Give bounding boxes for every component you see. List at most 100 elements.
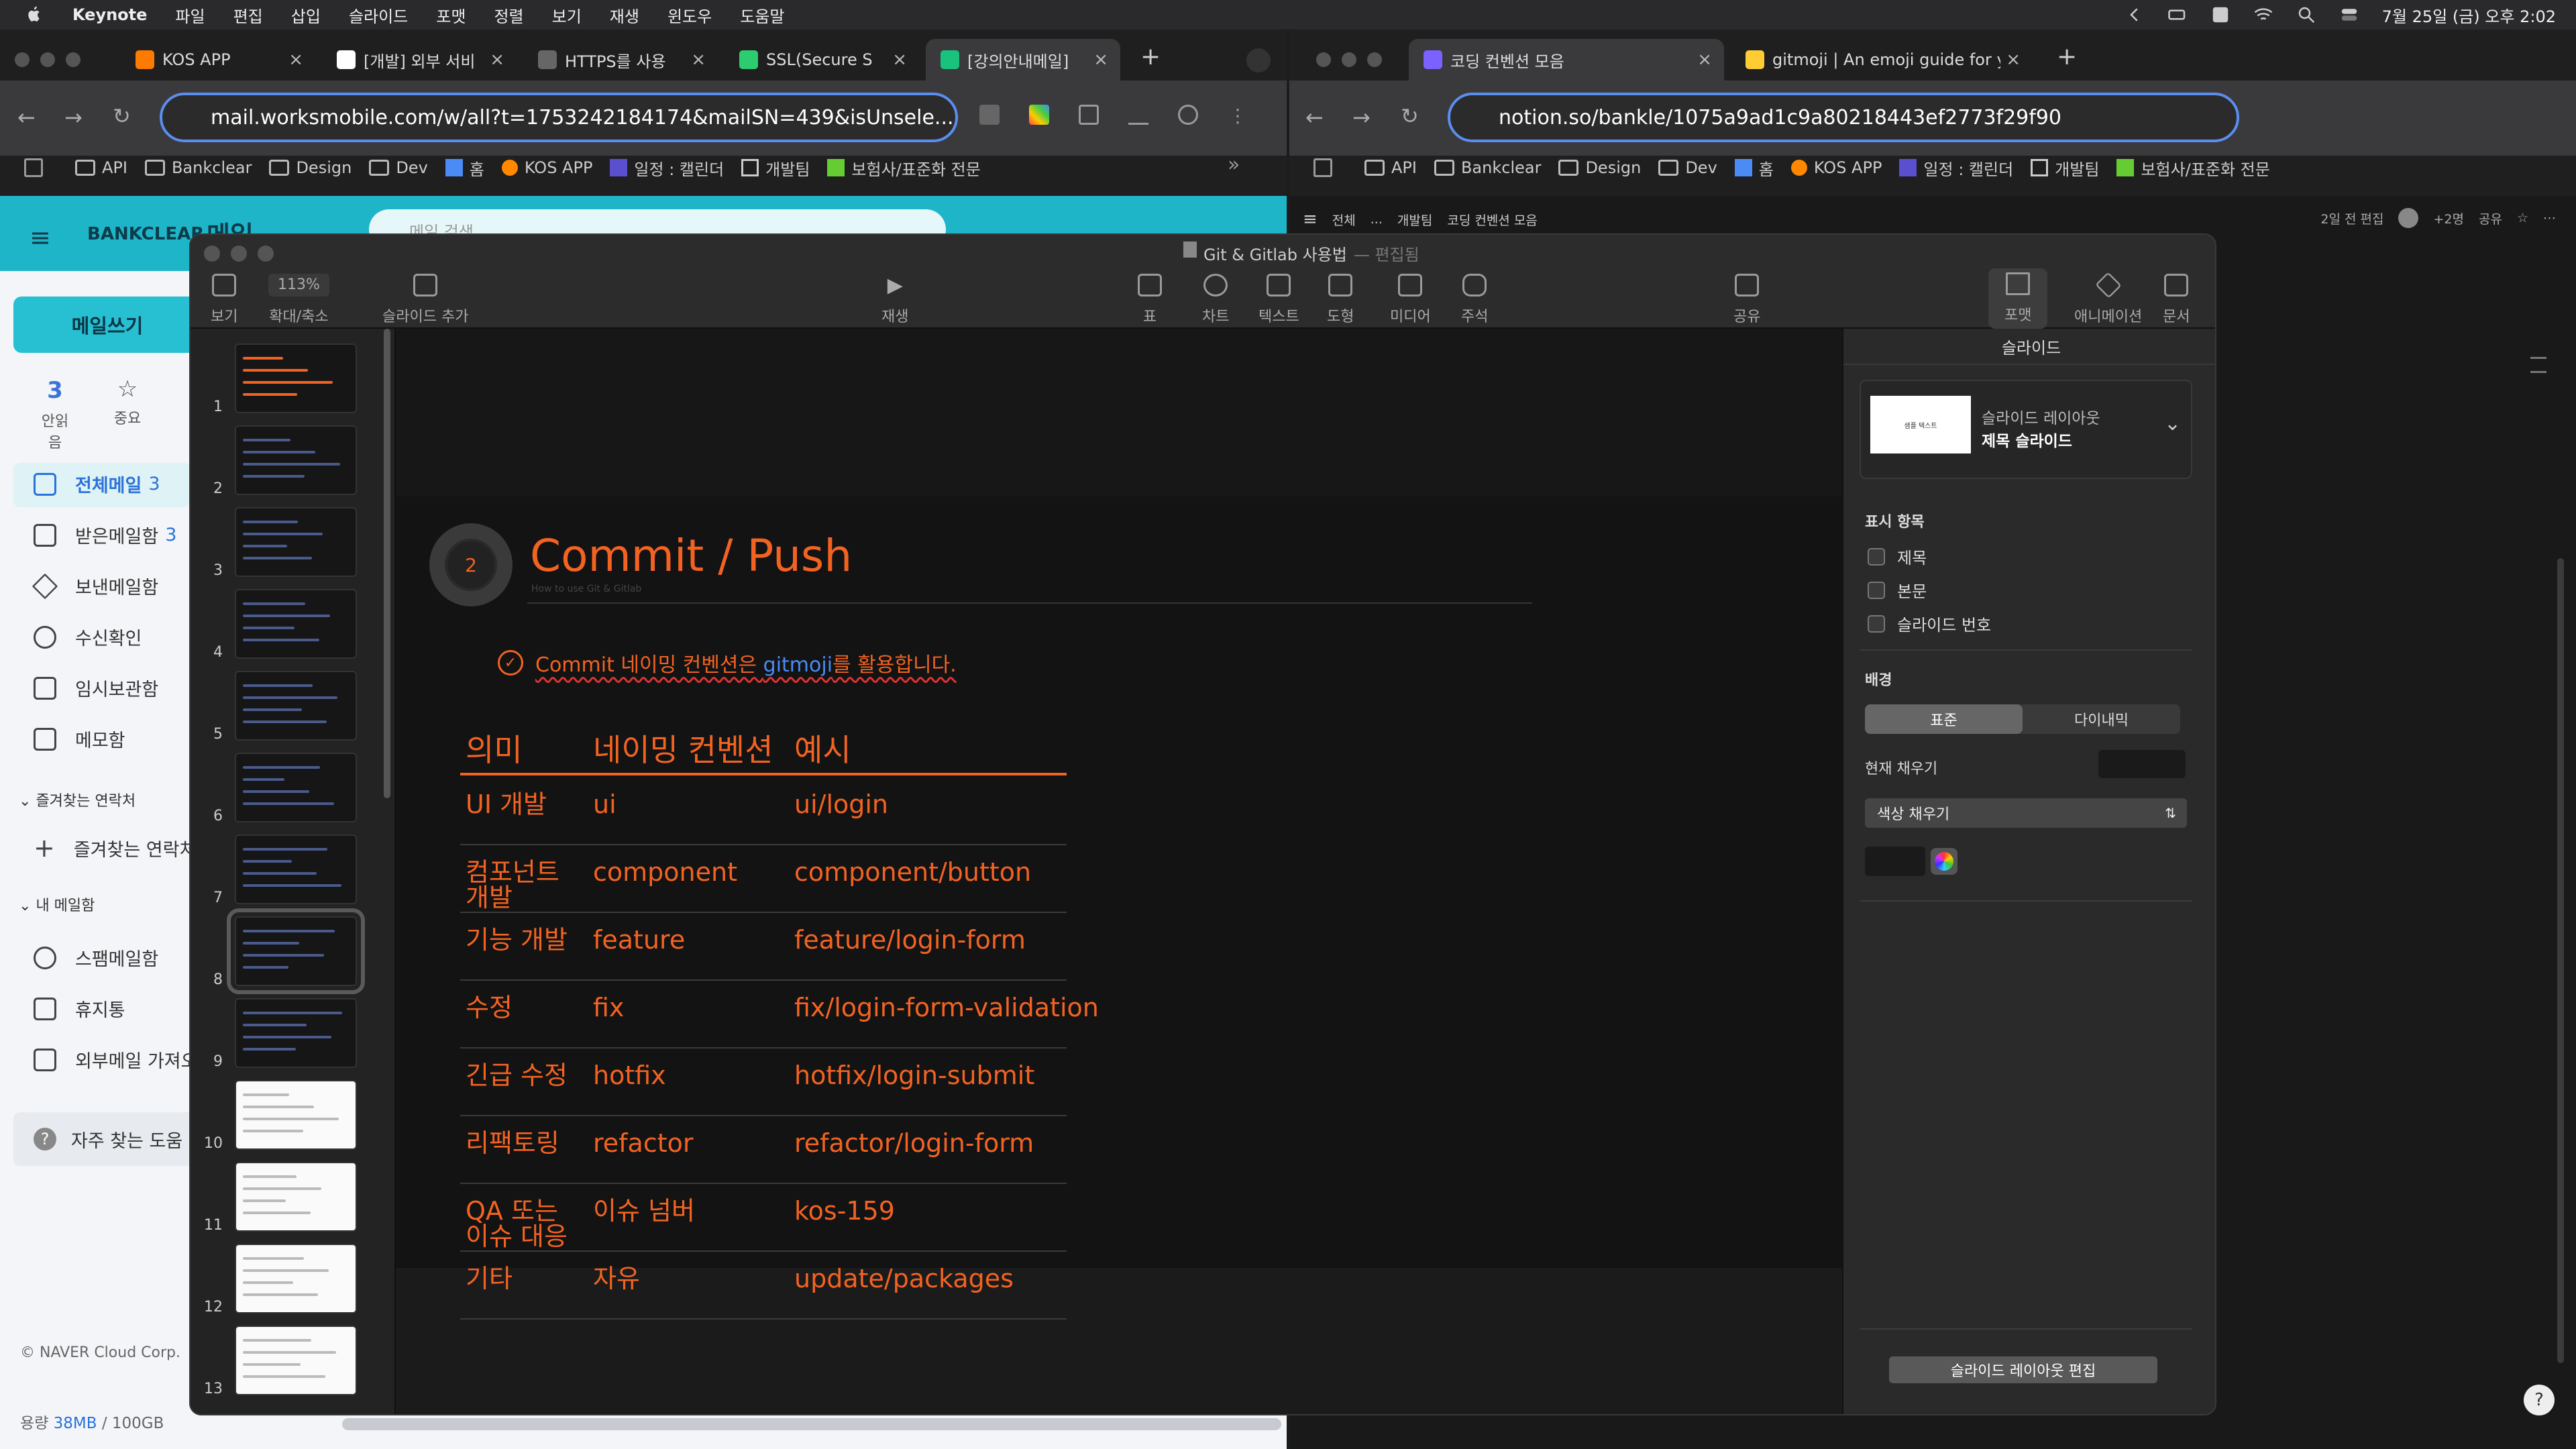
tab-lecture-mail[interactable]: [강의안내메일] × xyxy=(926,39,1120,80)
add-slide-button[interactable]: 슬라이드 추가 xyxy=(382,274,468,326)
folder-memo[interactable]: 메모함 xyxy=(34,726,125,752)
apps-grid-icon[interactable] xyxy=(24,158,43,177)
address-bar[interactable]: notion.so/bankle/1075a9ad1c9a80218443ef2… xyxy=(1448,93,2239,142)
zoom-window-button[interactable] xyxy=(258,246,274,262)
brand-logo[interactable]: BANKCLEAR xyxy=(87,224,204,244)
zoom-window-button[interactable] xyxy=(1367,52,1382,67)
close-tab-icon[interactable]: × xyxy=(892,50,907,70)
gitmoji-link[interactable]: gitmoji xyxy=(763,653,833,677)
document-title[interactable]: Git & Gitlab 사용법 — 편집됨 xyxy=(1183,241,1419,265)
bookmark-api[interactable]: API xyxy=(75,158,127,177)
menu-insert[interactable]: 삽입 xyxy=(291,3,321,27)
input-method-icon[interactable] xyxy=(2210,5,2231,25)
checkbox-slide-number[interactable]: 슬라이드 번호 xyxy=(1868,612,1991,635)
fav-contacts-section[interactable]: ⌄ 즐겨찾는 연락처 xyxy=(19,789,136,810)
color-wheel-button[interactable] xyxy=(1931,848,1957,875)
sidebar-toggle-icon[interactable]: ≡ xyxy=(1303,209,1318,229)
menu-arrange[interactable]: 정렬 xyxy=(494,3,523,27)
navigator-scrollbar[interactable] xyxy=(384,329,390,798)
minimize-window-button[interactable] xyxy=(40,52,55,67)
close-tab-icon[interactable]: × xyxy=(288,50,303,70)
toc-icon[interactable] xyxy=(2530,357,2546,373)
horizontal-scrollbar[interactable] xyxy=(342,1418,1281,1430)
tab-search-button[interactable] xyxy=(1246,48,1271,72)
more-people[interactable]: +2명 xyxy=(2433,209,2464,227)
download-icon[interactable] xyxy=(1128,105,1148,125)
bookmark-dev-team[interactable]: 개발팀 xyxy=(741,156,810,180)
menu-window[interactable]: 윈도우 xyxy=(667,3,712,27)
thumbnail-image[interactable] xyxy=(235,753,357,822)
avatar[interactable] xyxy=(2398,208,2419,228)
breadcrumb-dev-team[interactable]: 개발팀 xyxy=(1397,211,1432,229)
menu-help[interactable]: 도움말 xyxy=(740,3,784,27)
menu-format[interactable]: 포맷 xyxy=(436,3,466,27)
help-button[interactable]: ? 자주 찾는 도움 xyxy=(13,1112,201,1166)
bookmark-calendar[interactable]: 일정 : 캘린더 xyxy=(610,156,724,180)
folder-trash[interactable]: 휴지통 xyxy=(34,996,125,1022)
thumbnail-image[interactable] xyxy=(235,1162,357,1232)
wifi-icon[interactable] xyxy=(2253,5,2273,25)
star-icon[interactable]: ☆ xyxy=(2517,211,2528,225)
menu-view[interactable]: 보기 xyxy=(552,3,582,27)
bookmark-bankclear[interactable]: Bankclear xyxy=(1434,158,1541,177)
tab-ssl[interactable]: SSL(Secure S × xyxy=(724,39,919,80)
tab-kos-app[interactable]: KOS APP × xyxy=(121,39,315,80)
color-extension-icon[interactable] xyxy=(1029,105,1049,125)
slide-subheading[interactable]: How to use Git & Gitlab xyxy=(531,584,641,594)
chart-button[interactable]: 차트 xyxy=(1202,274,1229,326)
checkbox-body[interactable]: 본문 xyxy=(1868,578,1927,602)
slide-layout-selector[interactable]: 샘플 텍스트 슬라이드 레이아웃 제목 슬라이드 ⌄ xyxy=(1860,380,2192,479)
media-button[interactable]: 미디어 xyxy=(1390,274,1431,326)
tab-external-service[interactable]: [개발] 외부 서비 × xyxy=(322,39,517,80)
menu-file[interactable]: 파일 xyxy=(175,3,205,27)
thumbnail-image[interactable] xyxy=(235,589,357,659)
thumbnail-image[interactable] xyxy=(235,425,357,495)
close-window-button[interactable] xyxy=(15,52,30,67)
bg-dynamic-option[interactable]: 다이내믹 xyxy=(2023,704,2180,734)
bookmark-api[interactable]: API xyxy=(1364,158,1417,177)
folder-spam[interactable]: 스팸메일함 xyxy=(34,945,158,971)
reload-icon[interactable]: ↻ xyxy=(113,103,131,129)
zoom-button[interactable]: 113% 확대/축소 xyxy=(268,274,329,326)
folder-import[interactable]: 외부메일 가져오 xyxy=(34,1046,197,1073)
more-icon[interactable]: ⋯ xyxy=(2543,211,2556,225)
back-icon[interactable]: ← xyxy=(17,105,36,130)
more-icon[interactable]: ⋮ xyxy=(1228,105,1248,127)
edit-layout-button[interactable]: 슬라이드 레이아웃 편집 xyxy=(1889,1356,2157,1383)
clock[interactable]: 7월 25일 (금) 오후 2:02 xyxy=(2382,3,2556,27)
hamburger-icon[interactable]: ≡ xyxy=(30,223,51,252)
control-center-icon[interactable] xyxy=(2339,5,2359,25)
comment-button[interactable]: 주석 xyxy=(1461,274,1488,326)
battery-icon[interactable] xyxy=(2167,5,2188,25)
close-tab-icon[interactable]: × xyxy=(490,50,504,70)
folder-read-receipt[interactable]: 수신확인 xyxy=(34,624,142,650)
folder-sent[interactable]: 보낸메일함 xyxy=(32,573,158,599)
forward-icon[interactable]: → xyxy=(64,105,83,130)
thumbnail-image[interactable] xyxy=(227,908,365,994)
unread-stat[interactable]: 3 안읽음 xyxy=(35,377,75,452)
camera-icon[interactable] xyxy=(979,105,1000,125)
background-segmented[interactable]: 표준 다이내믹 xyxy=(1865,704,2180,734)
bookmark-home[interactable]: 홈 xyxy=(445,156,484,180)
bookmark-insurance[interactable]: 보험사/표준화 전문 xyxy=(827,156,981,180)
apps-grid-icon[interactable] xyxy=(1313,158,1332,177)
zoom-window-button[interactable] xyxy=(66,52,80,67)
scrollbar[interactable] xyxy=(2557,558,2564,1363)
thumbnail-image[interactable] xyxy=(235,835,357,904)
bookmark-design[interactable]: Design xyxy=(269,158,352,177)
new-tab-button[interactable]: + xyxy=(1140,43,1161,70)
thumbnail-image[interactable] xyxy=(235,1080,357,1150)
spotlight-icon[interactable] xyxy=(2296,5,2316,25)
more-bookmarks-icon[interactable]: » xyxy=(1228,153,1240,176)
close-tab-icon[interactable]: × xyxy=(1697,50,1712,70)
shape-button[interactable]: 도형 xyxy=(1327,274,1354,326)
slide-heading[interactable]: Commit / Push xyxy=(530,530,852,582)
close-window-button[interactable] xyxy=(1316,52,1331,67)
checkbox-title[interactable]: 제목 xyxy=(1868,545,1927,568)
format-button[interactable]: 포맷 xyxy=(1988,268,2048,329)
checkbox[interactable] xyxy=(1868,581,1885,599)
menu-slide[interactable]: 슬라이드 xyxy=(349,3,408,27)
tab-gitmoji[interactable]: gitmoji | An emoji guide for yo × xyxy=(1731,39,2033,80)
document-button[interactable]: 문서 xyxy=(2163,274,2190,326)
tab-coding-convention[interactable]: 코딩 컨벤션 모음 × xyxy=(1409,39,1724,80)
